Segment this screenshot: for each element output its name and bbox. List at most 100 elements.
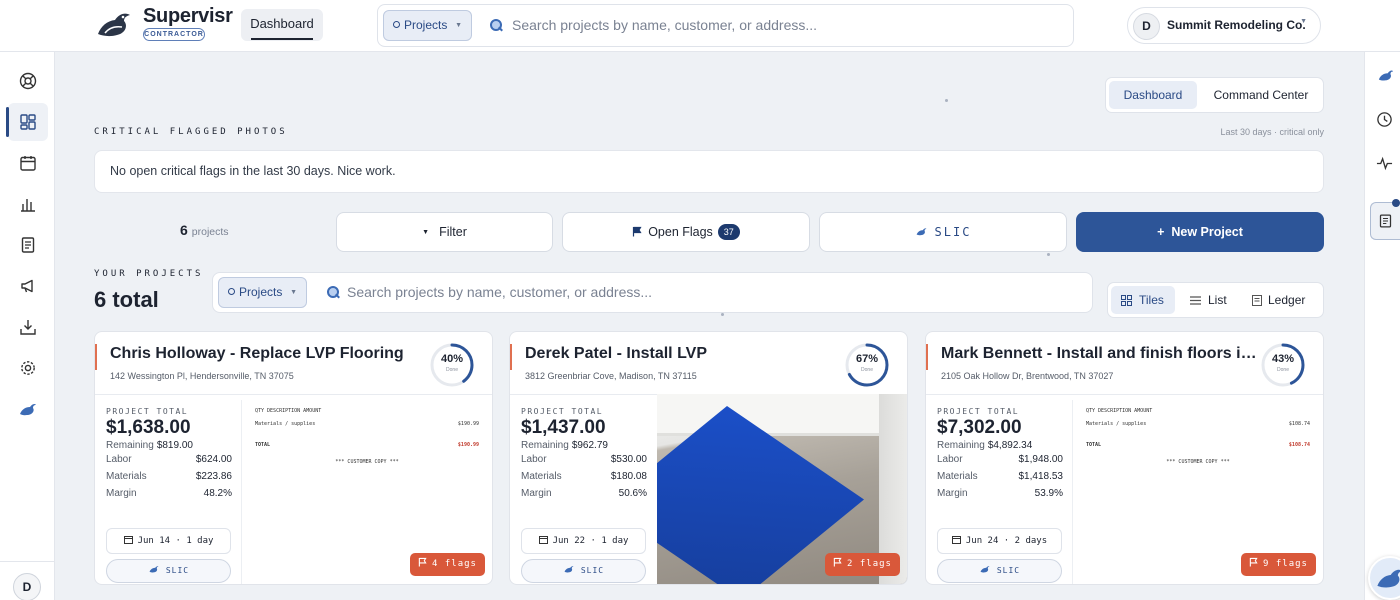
- layout-tiles[interactable]: Tiles: [1111, 286, 1175, 314]
- left-sidebar: D: [0, 52, 55, 600]
- sidebar-item-dashboard[interactable]: [6, 103, 48, 141]
- right-sidebar: [1364, 52, 1400, 600]
- slic-button[interactable]: SLIC: [819, 212, 1067, 252]
- new-project-button[interactable]: + New Project: [1076, 212, 1324, 252]
- rightbar-slic[interactable]: [1371, 60, 1400, 90]
- flagged-photos-empty-state: No open critical flags in the last 30 da…: [94, 150, 1324, 193]
- company-name: Summit Remodeling Co.: [1167, 18, 1306, 32]
- labor-label: Labor: [106, 454, 132, 465]
- card-accent: [926, 344, 928, 370]
- project-search-scope-select[interactable]: Projects ▼: [218, 277, 307, 308]
- scope-icon: [228, 288, 235, 295]
- materials-row: Materials $180.08: [521, 468, 647, 485]
- project-title[interactable]: Derek Patel - Install LVP: [525, 345, 845, 363]
- schedule-date-pill[interactable]: Jun 22 · 1 day: [521, 528, 646, 554]
- sidebar-item-settings[interactable]: [8, 349, 48, 387]
- sidebar-item-inbox[interactable]: [8, 308, 48, 346]
- project-card[interactable]: Mark Bennett - Install and finish floors…: [925, 331, 1324, 585]
- plus-icon: +: [1157, 225, 1165, 239]
- view-toggle: Dashboard Command Center: [1105, 77, 1324, 113]
- materials-value: $223.86: [195, 471, 232, 482]
- schedule-date-pill[interactable]: Jun 24 · 2 days: [937, 528, 1062, 554]
- project-count-value: 6: [180, 222, 188, 238]
- sidebar-item-documents[interactable]: [8, 226, 48, 264]
- decorative-dot: [721, 313, 724, 316]
- margin-label: Margin: [106, 488, 137, 499]
- project-title[interactable]: Chris Holloway - Replace LVP Flooring: [110, 345, 430, 363]
- margin-row: Margin 53.9%: [937, 485, 1063, 502]
- schedule-date: Jun 14 · 1 day: [137, 536, 214, 546]
- new-project-label: New Project: [1171, 225, 1243, 239]
- card-flags-badge[interactable]: 4 flags: [410, 553, 485, 576]
- project-count-suffix: projects: [191, 226, 229, 238]
- sidebar-item-reports[interactable]: [8, 185, 48, 223]
- materials-label: Materials: [106, 471, 147, 482]
- card-slic-button[interactable]: SLIC: [937, 559, 1062, 583]
- receipt-line: Materials / supplies $190.99: [255, 420, 479, 441]
- progress-done-label: Done: [861, 367, 873, 373]
- contractor-badge: CONTRACTOR: [143, 28, 205, 41]
- tab-dashboard[interactable]: Dashboard: [241, 9, 323, 41]
- sidebar-item-slic[interactable]: [8, 390, 48, 428]
- card-flags-count: 2 flags: [847, 559, 892, 569]
- labor-row: Labor $1,948.00: [937, 451, 1063, 468]
- materials-value: $180.08: [610, 471, 647, 482]
- global-search-bar: Projects ▼ Search projects by name, cust…: [377, 4, 1074, 47]
- filter-label: Filter: [439, 225, 467, 239]
- card-flags-badge[interactable]: 9 flags: [1241, 553, 1316, 576]
- user-avatar[interactable]: D: [13, 573, 41, 600]
- remaining-value: $4,892.34: [987, 440, 1033, 451]
- project-remaining: Remaining $819.00: [106, 440, 232, 451]
- app-name: Supervisr: [143, 5, 233, 27]
- clock-icon: [1377, 112, 1392, 127]
- supervisr-bird-logo-icon[interactable]: [95, 8, 133, 40]
- company-switcher[interactable]: D Summit Remodeling Co. ▼: [1127, 7, 1321, 44]
- card-flags-badge[interactable]: 2 flags: [825, 553, 900, 576]
- project-card[interactable]: Derek Patel - Install LVP 3812 Greenbria…: [509, 331, 908, 585]
- slic-bird-icon: [916, 228, 926, 236]
- activity-pulse-icon: [1376, 156, 1393, 171]
- project-search-bar: Projects ▼ Search projects by name, cust…: [212, 272, 1093, 313]
- gear-icon: [21, 361, 35, 375]
- receipt-preview[interactable]: QTY DESCRIPTION AMOUNT Materials / suppl…: [255, 408, 479, 465]
- sidebar-item-help[interactable]: [8, 62, 48, 100]
- receipt-total: TOTAL $108.74: [1086, 441, 1310, 462]
- project-title[interactable]: Mark Bennett - Install and finish floors…: [941, 345, 1261, 363]
- project-search-input[interactable]: Search projects by name, customer, or ad…: [347, 284, 652, 300]
- sidebar-item-calendar[interactable]: [8, 144, 48, 182]
- layout-ledger-label: Ledger: [1268, 293, 1306, 307]
- project-card[interactable]: Chris Holloway - Replace LVP Flooring 14…: [94, 331, 493, 585]
- flagged-photos-heading: CRITICAL FLAGGED PHOTOS: [94, 127, 288, 137]
- layout-list[interactable]: List: [1186, 286, 1246, 314]
- receipt-preview[interactable]: QTY DESCRIPTION AMOUNT Materials / suppl…: [1086, 408, 1310, 465]
- slic-bird-icon: [564, 566, 574, 573]
- sidebar-item-marketing[interactable]: [8, 267, 48, 305]
- toggle-command-center[interactable]: Command Center: [1202, 81, 1320, 109]
- card-slic-button[interactable]: SLIC: [521, 559, 646, 583]
- receipt-total-label: TOTAL: [255, 442, 271, 448]
- margin-value: 53.9%: [1034, 488, 1063, 499]
- remaining-label: Remaining: [106, 440, 154, 451]
- search-scope-select[interactable]: Projects ▼: [383, 10, 472, 41]
- rightbar-notes[interactable]: [1370, 199, 1400, 240]
- slic-bird-icon: [1377, 569, 1400, 588]
- global-search-input[interactable]: Search projects by name, customer, or ad…: [512, 17, 817, 33]
- materials-value: $1,418.53: [1018, 471, 1064, 482]
- project-address: 2105 Oak Hollow Dr, Brentwood, TN 37027: [941, 371, 1114, 381]
- calendar-icon: [123, 536, 133, 544]
- photo-wall: [657, 394, 907, 436]
- margin-value: 48.2%: [203, 488, 232, 499]
- project-total: $7,302.00: [937, 417, 1022, 438]
- filter-button[interactable]: ▼ Filter: [336, 212, 553, 252]
- card-slic-button[interactable]: SLIC: [106, 559, 231, 583]
- rightbar-history[interactable]: [1371, 104, 1400, 134]
- ledger-icon: [1252, 295, 1262, 306]
- schedule-date-pill[interactable]: Jun 14 · 1 day: [106, 528, 231, 554]
- toggle-dashboard[interactable]: Dashboard: [1109, 81, 1197, 109]
- layout-ledger[interactable]: Ledger: [1250, 286, 1322, 314]
- flag-icon: [633, 226, 642, 237]
- rightbar-activity[interactable]: [1371, 148, 1400, 178]
- project-financials: PROJECT TOTAL $1,638.00 Remaining $819.00…: [106, 407, 232, 502]
- open-flags-button[interactable]: Open Flags 37: [562, 212, 810, 252]
- remaining-label: Remaining: [521, 440, 569, 451]
